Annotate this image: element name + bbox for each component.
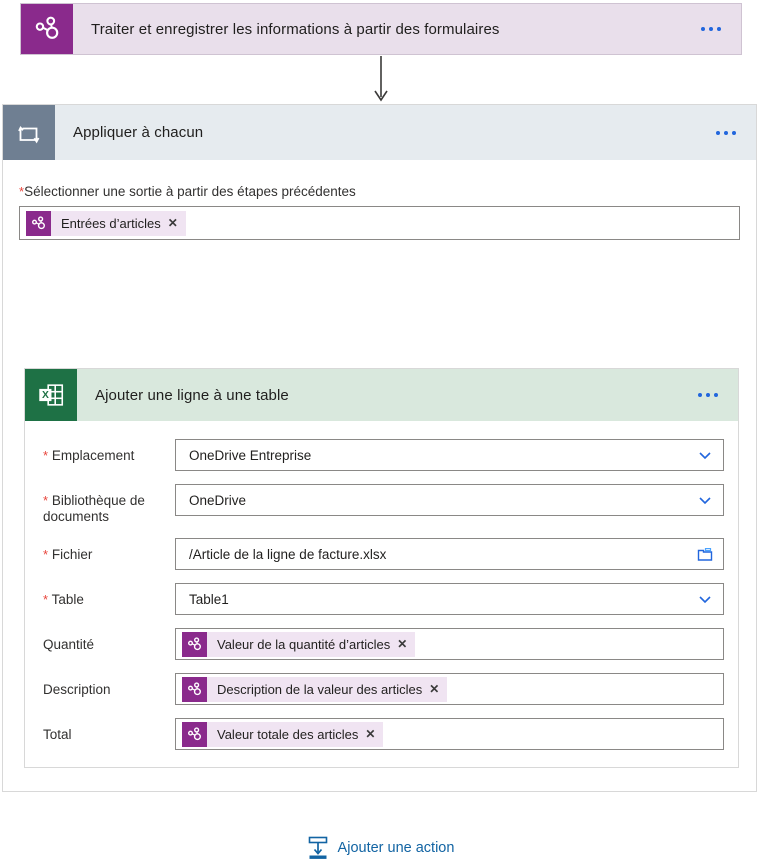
- field-row-bibliotheque-de-documents: * Bibliothèque de documents OneDrive: [25, 484, 738, 525]
- field-label-quantite: Quantité: [25, 628, 175, 653]
- excel-action-body: * Emplacement OneDrive Entreprise * Bibli…: [25, 421, 738, 750]
- field-input-total[interactable]: Valeur totale des articles✕: [175, 718, 724, 750]
- field-input-bibliotheque-de-documents[interactable]: OneDrive: [175, 484, 724, 516]
- field-control-total: Valeur totale des articles✕: [175, 718, 724, 750]
- field-input-table[interactable]: Table1: [175, 583, 724, 615]
- field-input-emplacement[interactable]: OneDrive Entreprise: [175, 439, 724, 471]
- field-label-text: Bibliothèque de documents: [43, 493, 145, 524]
- field-label-text: Quantité: [43, 637, 94, 652]
- token-label: Description de la valeur des articles: [207, 682, 429, 697]
- token-remove-button[interactable]: ✕: [397, 638, 415, 650]
- token-total[interactable]: Valeur totale des articles✕: [182, 722, 383, 747]
- dot: [698, 393, 702, 397]
- dot: [732, 131, 736, 135]
- field-label-description: Description: [25, 673, 175, 698]
- loop-repeat-icon: [3, 105, 55, 160]
- svg-text:X: X: [42, 390, 49, 401]
- apply-to-each-body: *Sélectionner une sortie à partir des ét…: [3, 160, 756, 240]
- insert-action-icon: [307, 836, 329, 860]
- field-value-table: Table1: [189, 592, 229, 607]
- ai-builder-molecule-icon: [182, 632, 207, 657]
- chevron-down-icon[interactable]: [697, 492, 713, 508]
- field-label-bibliotheque-de-documents: * Bibliothèque de documents: [25, 484, 175, 525]
- token-entrees-darticles[interactable]: Entrées d’articles ✕: [26, 211, 186, 236]
- field-label-text: Table: [52, 592, 84, 607]
- ai-builder-molecule-icon: [21, 4, 73, 54]
- required-asterisk: *: [43, 493, 48, 508]
- chevron-down-icon[interactable]: [697, 447, 713, 463]
- token-label: Entrées d’articles: [51, 216, 168, 231]
- excel-action-card[interactable]: X Ajouter une ligne à une table * Emplac…: [24, 368, 739, 768]
- dot: [701, 27, 705, 31]
- apply-to-each-title: Appliquer à chacun: [55, 105, 716, 160]
- field-control-emplacement: OneDrive Entreprise: [175, 439, 724, 471]
- field-row-fichier: * Fichier/Article de la ligne de facture…: [25, 538, 738, 570]
- excel-action-more-button[interactable]: [698, 369, 738, 421]
- folder-icon[interactable]: [697, 546, 713, 562]
- field-row-description: Description Description de la valeur des…: [25, 673, 738, 705]
- field-row-table: * Table Table1: [25, 583, 738, 615]
- token-remove-button[interactable]: ✕: [168, 217, 186, 229]
- field-control-bibliotheque-de-documents: OneDrive: [175, 484, 724, 516]
- ai-builder-molecule-icon: [26, 211, 51, 236]
- required-asterisk: *: [43, 547, 48, 562]
- excel-icon: X: [25, 369, 77, 421]
- field-row-emplacement: * Emplacement OneDrive Entreprise: [25, 439, 738, 471]
- apply-to-each-header: Appliquer à chacun: [3, 105, 756, 160]
- field-label-emplacement: * Emplacement: [25, 439, 175, 464]
- field-label-text: Fichier: [52, 547, 93, 562]
- ai-builder-molecule-icon: [182, 677, 207, 702]
- add-action-button[interactable]: Ajouter une action: [3, 836, 758, 860]
- field-label-text: Emplacement: [52, 448, 135, 463]
- field-input-fichier[interactable]: /Article de la ligne de facture.xlsx: [175, 538, 724, 570]
- token-remove-button[interactable]: ✕: [429, 683, 447, 695]
- field-value-emplacement: OneDrive Entreprise: [189, 448, 311, 463]
- token-label: Valeur de la quantité d’articles: [207, 637, 397, 652]
- dot: [724, 131, 728, 135]
- dot: [709, 27, 713, 31]
- field-control-quantite: Valeur de la quantité d’articles✕: [175, 628, 724, 660]
- excel-action-header: X Ajouter une ligne à une table: [25, 369, 738, 421]
- excel-action-title: Ajouter une ligne à une table: [77, 369, 698, 421]
- field-value-bibliotheque-de-documents: OneDrive: [189, 493, 246, 508]
- field-row-total: Total Valeur totale des articles✕: [25, 718, 738, 750]
- connector-arrow: [373, 56, 389, 104]
- field-input-quantite[interactable]: Valeur de la quantité d’articles✕: [175, 628, 724, 660]
- chevron-down-icon[interactable]: [697, 591, 713, 607]
- down-arrow-icon: [373, 56, 389, 104]
- dot: [717, 27, 721, 31]
- trigger-more-button[interactable]: [701, 4, 741, 54]
- trigger-card-header: Traiter et enregistrer les informations …: [21, 4, 741, 54]
- dot: [714, 393, 718, 397]
- token-remove-button[interactable]: ✕: [365, 728, 383, 740]
- token-quantite[interactable]: Valeur de la quantité d’articles✕: [182, 632, 415, 657]
- add-action-label: Ajouter une action: [338, 840, 455, 856]
- field-row-quantite: Quantité Valeur de la quantité d’article…: [25, 628, 738, 660]
- apply-to-each-more-button[interactable]: [716, 105, 756, 160]
- select-output-input[interactable]: Entrées d’articles ✕: [19, 206, 740, 240]
- apply-to-each-card[interactable]: Appliquer à chacun *Sélectionner une sor…: [2, 104, 757, 792]
- field-label-text: Description: [43, 682, 111, 697]
- select-output-label: *Sélectionner une sortie à partir des ét…: [19, 184, 740, 199]
- dot: [706, 393, 710, 397]
- required-asterisk: *: [43, 592, 48, 607]
- field-label-table: * Table: [25, 583, 175, 608]
- field-label-total: Total: [25, 718, 175, 743]
- trigger-card[interactable]: Traiter et enregistrer les informations …: [20, 3, 742, 55]
- field-label-fichier: * Fichier: [25, 538, 175, 563]
- field-control-table: Table1: [175, 583, 724, 615]
- ai-builder-molecule-icon: [182, 722, 207, 747]
- required-asterisk: *: [43, 448, 48, 463]
- dot: [716, 131, 720, 135]
- token-label: Valeur totale des articles: [207, 727, 365, 742]
- field-input-description[interactable]: Description de la valeur des articles✕: [175, 673, 724, 705]
- field-control-description: Description de la valeur des articles✕: [175, 673, 724, 705]
- field-control-fichier: /Article de la ligne de facture.xlsx: [175, 538, 724, 570]
- select-output-label-text: Sélectionner une sortie à partir des éta…: [24, 184, 356, 199]
- field-value-fichier: /Article de la ligne de facture.xlsx: [189, 547, 386, 562]
- token-description[interactable]: Description de la valeur des articles✕: [182, 677, 447, 702]
- field-label-text: Total: [43, 727, 72, 742]
- trigger-title: Traiter et enregistrer les informations …: [73, 4, 701, 54]
